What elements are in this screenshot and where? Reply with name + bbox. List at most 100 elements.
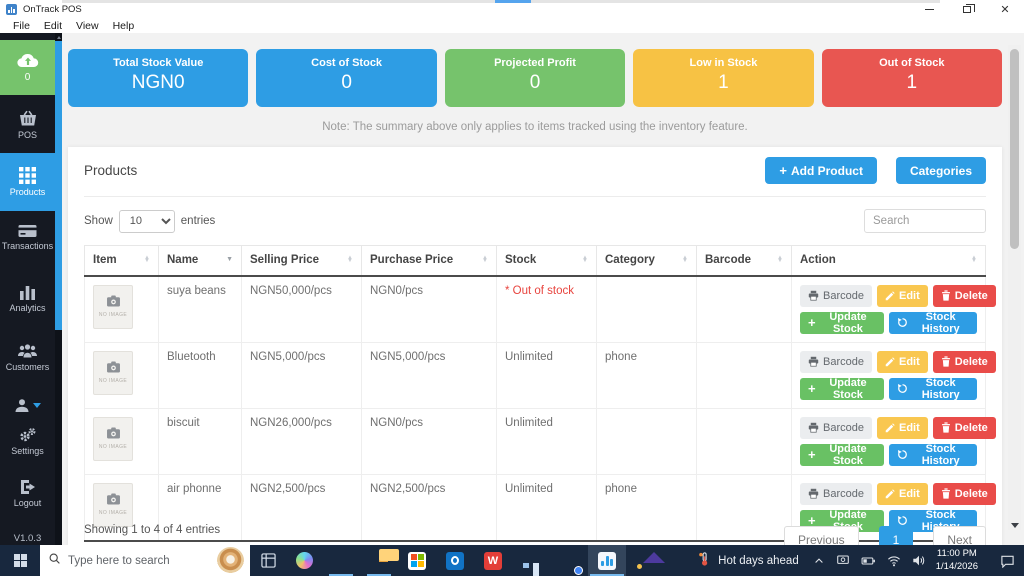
search-input[interactable] — [864, 209, 986, 233]
edit-button[interactable]: Edit — [876, 482, 928, 505]
card-value: 1 — [718, 72, 729, 93]
horizontal-scrollbar[interactable] — [62, 0, 940, 3]
search-highlight-image[interactable] — [217, 547, 244, 574]
column-header-purchase-price[interactable]: Purchase Price ▲ ▼ — [361, 245, 497, 277]
wifi-icon[interactable] — [887, 555, 901, 567]
table-row: NO IMAGE Bluetooth NGN5,000/pcs NGN5,000… — [84, 341, 996, 409]
menu-help[interactable]: Help — [106, 20, 142, 32]
category: phone — [596, 341, 697, 409]
delete-button[interactable]: Delete — [932, 284, 996, 307]
taskbar-app-outlook[interactable] — [436, 545, 474, 576]
menu-edit[interactable]: Edit — [37, 20, 69, 32]
sidebar-item-settings[interactable]: Settings — [0, 422, 55, 460]
taskbar-app-file-explorer[interactable] — [360, 545, 399, 576]
stock-status: Unlimited — [496, 407, 597, 475]
battery-icon[interactable] — [861, 555, 876, 567]
sidebar-item-products[interactable]: Products — [0, 153, 55, 211]
update-stock-button[interactable]: + Update Stock — [800, 311, 885, 335]
sort-icon[interactable]: ▼ — [222, 256, 233, 263]
barcode-button[interactable]: Barcode — [800, 416, 872, 439]
stock-history-button[interactable]: Stock History — [889, 443, 977, 467]
delete-button[interactable]: Delete — [932, 350, 996, 373]
close-button[interactable]: ✕ — [986, 0, 1024, 18]
stock-history-button[interactable]: Stock History — [889, 377, 977, 401]
page-number-button[interactable]: 1 — [878, 526, 914, 547]
column-header-category[interactable]: Category ▲ ▼ — [596, 245, 697, 277]
restore-button[interactable] — [948, 0, 986, 18]
copilot-button[interactable] — [286, 545, 322, 576]
sidebar-item-logout[interactable]: Logout — [0, 473, 55, 513]
sort-icon[interactable]: ▲ ▼ — [773, 255, 783, 264]
sort-icon[interactable]: ▲ ▼ — [478, 255, 488, 264]
taskbar-app-chrome[interactable] — [550, 545, 588, 576]
sort-icon[interactable]: ▲ ▼ — [343, 255, 353, 264]
taskbar-app-ontrack-pos[interactable] — [588, 545, 626, 576]
delete-button[interactable]: Delete — [932, 416, 996, 439]
edit-button[interactable]: Edit — [876, 284, 928, 307]
barcode-button[interactable]: Barcode — [800, 284, 872, 307]
products-table: Item ▲ ▼ Name ▼ Selling Price ▲ ▼ Purchase… — [84, 245, 996, 542]
taskbar-search[interactable] — [40, 545, 250, 576]
column-header-action[interactable]: Action ▲ ▼ — [791, 245, 986, 277]
column-header-item[interactable]: Item ▲ ▼ — [84, 245, 159, 277]
categories-button[interactable]: Categories — [895, 157, 986, 184]
taskbar-app-app-window[interactable] — [512, 545, 550, 576]
taskbar-app-wps-office[interactable]: W — [474, 545, 512, 576]
horizontal-scrollbar-thumb[interactable] — [495, 0, 531, 3]
add-product-button[interactable]: + Add Product — [765, 157, 877, 184]
sort-icon[interactable]: ▲ ▼ — [140, 255, 150, 264]
sidebar-item-customers[interactable]: Customers — [0, 337, 55, 379]
taskbar-app-mountain-app[interactable] — [626, 545, 665, 576]
next-page-button[interactable]: Next — [933, 526, 986, 547]
taskbar-app-edge[interactable] — [322, 545, 360, 576]
content-scrollbar[interactable] — [1008, 45, 1021, 530]
column-header-selling-price[interactable]: Selling Price ▲ ▼ — [241, 245, 362, 277]
caret-down-icon — [33, 402, 41, 408]
clock-date: 1/14/2026 — [935, 560, 978, 572]
sort-icon[interactable]: ▲ ▼ — [578, 255, 588, 264]
previous-page-button[interactable]: Previous — [783, 526, 859, 547]
notification-center-button[interactable] — [990, 545, 1024, 576]
camera-icon — [106, 361, 121, 376]
sort-icon[interactable]: ▲ ▼ — [967, 255, 977, 264]
barcode-button[interactable]: Barcode — [800, 482, 872, 505]
task-view-button[interactable] — [250, 545, 286, 576]
trash-icon — [941, 356, 951, 367]
card-label: Total Stock Value — [113, 57, 204, 69]
scroll-down-icon[interactable] — [1011, 523, 1019, 528]
menu-file[interactable]: File — [6, 20, 37, 32]
sidebar-item-sync[interactable]: 0 — [0, 40, 55, 95]
page-size-select[interactable]: 10 — [118, 209, 175, 233]
sort-icon[interactable]: ▲ ▼ — [678, 255, 688, 264]
scroll-up-icon[interactable] — [55, 34, 62, 41]
column-header-barcode[interactable]: Barcode ▲ ▼ — [696, 245, 792, 277]
column-header-name[interactable]: Name ▼ — [158, 245, 242, 277]
edit-button[interactable]: Edit — [876, 416, 928, 439]
taskbar-clock[interactable]: 11:00 PM 1/14/2026 — [936, 548, 978, 573]
sidebar-item-analytics[interactable]: Analytics — [0, 277, 55, 319]
history-icon — [897, 383, 908, 394]
taskbar-search-input[interactable] — [68, 554, 188, 567]
sidebar-item-account[interactable] — [0, 395, 55, 415]
stock-history-button[interactable]: Stock History — [889, 311, 977, 335]
chevron-up-icon[interactable] — [813, 555, 825, 567]
sidebar-item-pos[interactable]: POS — [0, 100, 55, 150]
barcode-button[interactable]: Barcode — [800, 350, 872, 373]
content-scrollbar-thumb[interactable] — [1010, 49, 1019, 249]
delete-button[interactable]: Delete — [932, 482, 996, 505]
start-button[interactable] — [0, 545, 40, 576]
sidebar-item-transactions[interactable]: Transactions — [0, 215, 55, 259]
column-header-stock[interactable]: Stock ▲ ▼ — [496, 245, 597, 277]
weather-widget[interactable]: Hot days ahead — [697, 551, 799, 570]
volume-icon[interactable] — [912, 554, 926, 567]
edit-button[interactable]: Edit — [876, 350, 928, 373]
card-label: Low in Stock — [689, 57, 758, 69]
menu-view[interactable]: View — [69, 20, 106, 32]
taskbar-app-store[interactable] — [398, 545, 436, 576]
update-stock-button[interactable]: + Update Stock — [800, 377, 885, 401]
sidebar-scrollbar-thumb[interactable] — [55, 41, 62, 330]
update-stock-button[interactable]: + Update Stock — [800, 443, 885, 467]
sidebar-scrollbar[interactable] — [55, 33, 62, 545]
column-label: Action — [800, 254, 836, 267]
display-icon[interactable] — [836, 554, 850, 567]
